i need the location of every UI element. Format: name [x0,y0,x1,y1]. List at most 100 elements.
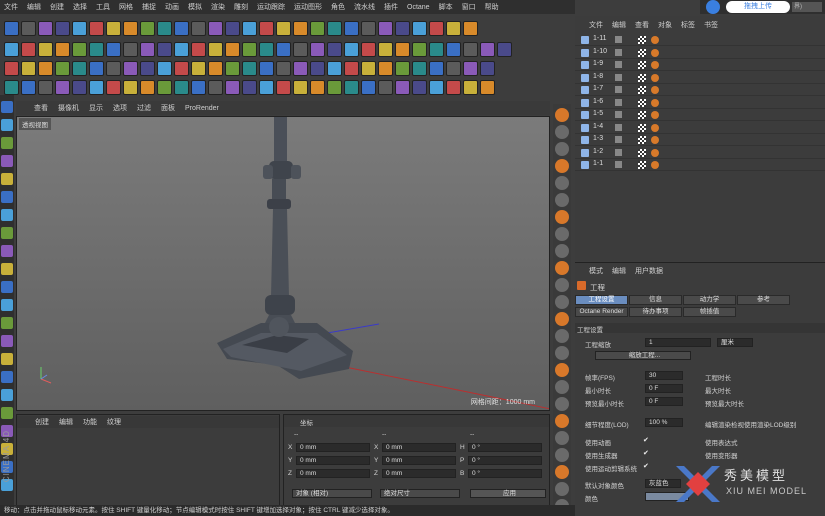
material-tag-icon[interactable] [651,148,659,157]
checker-tag-icon[interactable] [638,111,646,119]
toolbar-tool-icon[interactable] [123,42,138,57]
left-tool-icon[interactable] [1,335,13,347]
toolbar-tool-icon[interactable] [310,20,325,36]
menu-item[interactable]: 渲染 [211,2,225,12]
material-menu-item[interactable]: 功能 [83,417,97,427]
toolbar-tool-icon[interactable] [361,61,376,76]
menu-item[interactable]: 选择 [73,2,87,12]
material-tag-icon[interactable] [651,73,659,82]
side-tool-icon[interactable] [555,261,569,275]
scale-project-button[interactable]: 缩放工程... [595,351,691,360]
toolbar-tool-icon[interactable] [242,61,257,76]
menu-item[interactable]: 工具 [96,2,110,12]
toolbar-tool-icon[interactable] [259,80,274,95]
coord-value-field[interactable]: 0 ° [468,469,542,478]
object-row[interactable]: 1-5 [575,109,825,121]
toolbar-tool-icon[interactable] [140,61,155,76]
toolbar-tool-icon[interactable] [310,80,325,95]
fps-field[interactable]: 30 [645,371,683,380]
toolbar-tool-icon[interactable] [38,42,53,57]
side-tool-icon[interactable] [555,159,569,173]
toolbar-tool-icon[interactable] [55,61,70,76]
toolbar-tool-icon[interactable] [412,42,427,57]
left-tool-icon[interactable] [1,119,13,131]
side-tool-icon[interactable] [555,176,569,190]
menu-item[interactable]: 运动图形 [294,2,322,12]
coord-size-select[interactable]: 绝对尺寸 [380,489,460,498]
toolbar-tool-icon[interactable] [157,20,172,36]
attr-tab[interactable]: 参考 [737,295,790,305]
toolbar-tool-icon[interactable] [225,80,240,95]
left-tool-icon[interactable] [1,137,13,149]
material-tag-icon[interactable] [651,111,659,119]
toolbar-tool-icon[interactable] [72,61,87,76]
menu-item[interactable]: 文件 [4,2,18,12]
side-tool-icon[interactable] [555,482,569,496]
toolbar-tool-icon[interactable] [429,61,444,76]
toolbar-tool-icon[interactable] [4,20,19,36]
toolbar-tool-icon[interactable] [361,20,376,36]
left-tool-icon[interactable] [1,245,13,257]
toolbar-tool-icon[interactable] [89,61,104,76]
side-tool-icon[interactable] [555,227,569,241]
toolbar-tool-icon[interactable] [55,80,70,95]
side-tool-icon[interactable] [555,346,569,360]
toolbar-tool-icon[interactable] [276,61,291,76]
toolbar-tool-icon[interactable] [429,20,444,36]
toolbar-tool-icon[interactable] [242,80,257,95]
material-tag-icon[interactable] [651,98,659,107]
side-tool-icon[interactable] [555,414,569,428]
toolbar-tool-icon[interactable] [429,42,444,57]
menu-item[interactable]: 脚本 [439,2,453,12]
viewport-menu-item[interactable]: 选项 [113,103,127,113]
attr-menu-item[interactable]: 用户数据 [635,266,663,276]
side-tool-icon[interactable] [555,295,569,309]
side-tool-icon[interactable] [555,244,569,258]
visibility-toggle[interactable] [615,48,622,56]
coord-mode-select[interactable]: 对象 (相对) [292,489,372,498]
menu-item[interactable]: 运动跟踪 [257,2,285,12]
menu-item[interactable]: 捕捉 [142,2,156,12]
coord-value-field[interactable]: 0 mm [382,456,456,465]
side-tool-icon[interactable] [555,312,569,326]
side-tool-icon[interactable] [555,380,569,394]
use-motion-checkbox[interactable]: ✔ [643,462,649,470]
side-tool-icon[interactable] [555,278,569,292]
toolbar-tool-icon[interactable] [242,42,257,57]
toolbar-tool-icon[interactable] [72,80,87,95]
coord-value-field[interactable]: 0 ° [468,443,542,452]
object-row[interactable]: 1-7 [575,84,825,96]
left-tool-icon[interactable] [1,155,13,167]
visibility-toggle[interactable] [615,98,622,106]
toolbar-tool-icon[interactable] [463,61,478,76]
attr-tab[interactable]: 帧插值 [683,307,736,317]
left-tool-icon[interactable] [1,263,13,275]
material-tag-icon[interactable] [651,161,659,169]
visibility-toggle[interactable] [615,73,622,81]
toolbar-tool-icon[interactable] [327,20,342,36]
toolbar-tool-icon[interactable] [242,20,257,36]
viewport-menu-item[interactable]: 查看 [34,103,48,113]
toolbar-tool-icon[interactable] [463,42,478,57]
object-row[interactable]: 1-4 [575,122,825,134]
left-tool-icon[interactable] [1,389,13,401]
toolbar-tool-icon[interactable] [293,42,308,57]
toolbar-tool-icon[interactable] [412,20,427,36]
toolbar-tool-icon[interactable] [140,80,155,95]
toolbar-tool-icon[interactable] [89,80,104,95]
toolbar-tool-icon[interactable] [174,20,189,36]
toolbar-tool-icon[interactable] [208,42,223,57]
toolbar-tool-icon[interactable] [293,61,308,76]
menu-item[interactable]: 窗口 [462,2,476,12]
toolbar-tool-icon[interactable] [463,20,478,36]
toolbar-tool-icon[interactable] [327,61,342,76]
checker-tag-icon[interactable] [638,161,646,169]
left-tool-icon[interactable] [1,371,13,383]
side-tool-icon[interactable] [555,210,569,224]
toolbar-tool-icon[interactable] [4,80,19,95]
toolbar-tool-icon[interactable] [463,80,478,95]
left-tool-icon[interactable] [1,209,13,221]
material-tag-icon[interactable] [651,61,659,69]
attr-tab[interactable]: 信息 [629,295,682,305]
min-time-field[interactable]: 0 F [645,384,683,393]
